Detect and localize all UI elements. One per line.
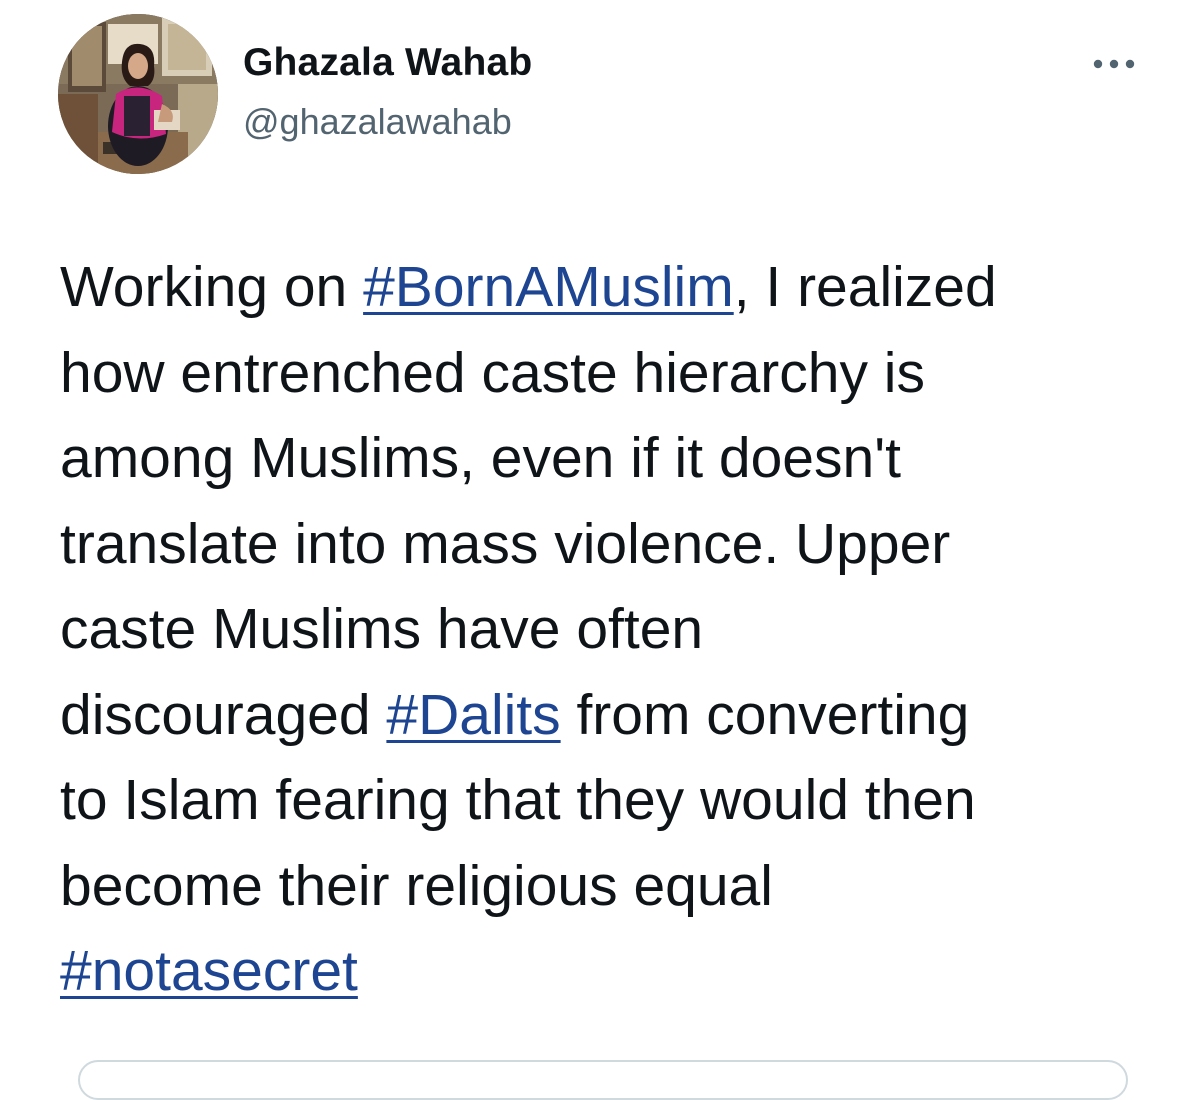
hashtag-link-dalits[interactable]: #Dalits (386, 683, 560, 747)
avatar-photo (58, 14, 218, 174)
tweet-line-8: become their religious equal (60, 853, 773, 918)
embedded-card-edge (78, 1060, 1128, 1100)
tweet-line-5: caste Muslims have often (60, 597, 704, 661)
avatar[interactable] (58, 14, 218, 174)
hashtag-link-notasecret[interactable]: #notasecret (60, 939, 358, 1003)
tweet-text-segment: Working on (60, 255, 364, 319)
tweet-text-segment: , I realized (733, 255, 997, 319)
tweet-text: Working on #BornAMuslim, I realized how … (60, 245, 1170, 1015)
tweet-line-2: how entrenched caste hierarchy is (60, 340, 925, 405)
more-options-button[interactable] (1088, 44, 1140, 84)
more-horizontal-icon (1093, 59, 1135, 69)
tweet-text-segment: from converting (560, 682, 970, 747)
tweet: Ghazala Wahab @ghazalawahab Working on #… (0, 0, 1200, 1100)
hashtag-link-bornamuslim[interactable]: #BornAMuslim (363, 255, 734, 319)
tweet-line-6: discouraged #Dalits from converting (60, 673, 1170, 759)
author-display-name[interactable]: Ghazala Wahab (243, 41, 532, 85)
tweet-line-1: Working on #BornAMuslim, I realized (60, 245, 1170, 331)
tweet-line-7: to Islam fearing that they would then (60, 768, 976, 832)
tweet-line-9: #notasecret (60, 929, 1170, 1015)
author-handle[interactable]: @ghazalawahab (243, 101, 512, 143)
tweet-line-4: translate into mass violence. Upper (60, 511, 951, 576)
tweet-text-segment: discouraged (60, 682, 387, 747)
tweet-line-3: among Muslims, even if it doesn't (60, 426, 901, 490)
